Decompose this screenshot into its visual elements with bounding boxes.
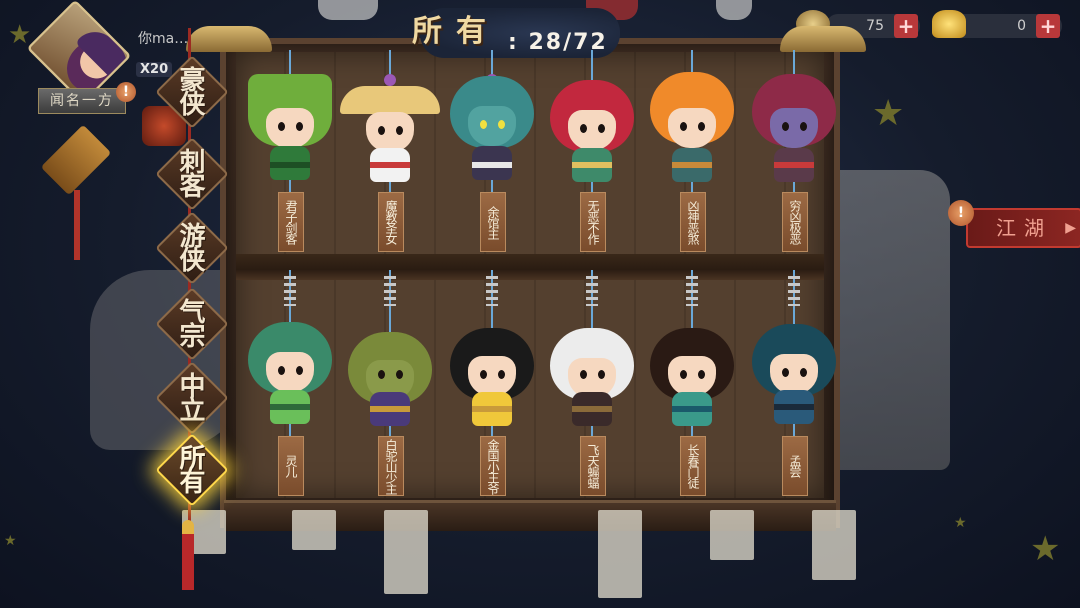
character-name: 无恶不作 — [586, 200, 600, 244]
character-name: 飞天蝙蝠 — [586, 444, 600, 488]
star-icon: ★ — [954, 515, 967, 531]
category-label: 气宗 — [175, 298, 205, 346]
count-label: 所有 — [412, 14, 500, 49]
character-name: 魔教圣女 — [384, 200, 398, 244]
character-name: 余馆主 — [486, 205, 500, 239]
category-tab-cike[interactable]: 刺客 — [155, 137, 229, 211]
character-card[interactable]: 飞天蝙蝠 — [542, 270, 642, 496]
character-card[interactable]: 余馆主 — [442, 50, 542, 260]
character-name: 长春门徒 — [686, 444, 700, 488]
category-label: 所有 — [175, 444, 205, 492]
category-label: 豪侠 — [175, 66, 205, 114]
star-icon: ★ — [872, 93, 905, 134]
character-name: 穷凶极恶 — [788, 200, 802, 244]
top-menu-icon[interactable] — [318, 0, 378, 20]
character-card[interactable]: 金国小王爷 — [442, 270, 542, 496]
character-card[interactable]: 凶神恶煞 — [642, 50, 742, 260]
category-tab-haoxia[interactable]: 豪侠 — [155, 55, 229, 129]
character-card[interactable]: 白驼山少主 — [340, 270, 440, 496]
category-label: 中立 — [175, 372, 205, 420]
hanging-tag — [384, 510, 428, 594]
add-silver-button[interactable]: + — [894, 14, 918, 38]
character-card[interactable]: 魔教圣女 — [340, 50, 440, 260]
add-gold-button[interactable]: + — [1036, 14, 1060, 38]
character-name: 君子剑客 — [284, 200, 298, 244]
gold-amount: 0 — [1017, 18, 1026, 34]
player-title[interactable]: 闻名一方 — [38, 88, 126, 114]
jianghu-label: 江湖 — [996, 216, 1052, 240]
category-tab-qizong[interactable]: 气宗 — [155, 287, 229, 361]
alert-icon: ! — [948, 200, 974, 226]
character-name: 孟尝 — [788, 455, 802, 477]
hanging-tag — [598, 510, 642, 598]
tassel-decoration — [74, 190, 80, 260]
character-card[interactable]: 长春门徒 — [642, 270, 742, 496]
character-name: 凶神恶煞 — [686, 200, 700, 244]
category-tab-all[interactable]: 所有 — [155, 433, 229, 507]
category-label: 刺客 — [175, 148, 205, 196]
character-card[interactable]: 无恶不作 — [542, 50, 642, 260]
character-card[interactable]: 灵儿 — [240, 270, 340, 496]
hanging-tag — [292, 510, 336, 550]
gold-ingot-icon — [932, 10, 966, 38]
silver-amount: 75 — [866, 18, 884, 34]
category-label: 游侠 — [175, 222, 205, 270]
top-menu-icon[interactable] — [716, 0, 752, 20]
hanging-tag — [710, 510, 754, 560]
alert-icon: ! — [116, 82, 136, 102]
character-card[interactable]: 孟尝 — [744, 270, 844, 496]
player-name: 你ma… — [138, 31, 189, 47]
character-name: 白驼山少主 — [384, 438, 398, 494]
corner-ornament — [780, 26, 866, 52]
character-card[interactable]: 穷凶极恶 — [744, 50, 844, 260]
category-tab-zhongli[interactable]: 中立 — [155, 361, 229, 435]
tassel-decoration — [182, 520, 194, 590]
corner-ornament — [186, 26, 272, 52]
star-icon: ★ — [1030, 529, 1061, 569]
arrow-right-icon: ▶ — [1065, 220, 1076, 236]
hanging-ornament-icon[interactable] — [40, 124, 112, 196]
star-icon: ★ — [4, 533, 17, 549]
character-name: 金国小王爷 — [486, 438, 500, 494]
character-card[interactable]: 君子剑客 — [240, 50, 340, 260]
jianghu-button[interactable]: 江湖 ▶ — [966, 208, 1080, 248]
character-name: 灵儿 — [284, 455, 298, 477]
category-tab-youxia[interactable]: 游侠 — [155, 211, 229, 285]
hanging-tag — [812, 510, 856, 580]
star-icon: ★ — [8, 20, 32, 50]
